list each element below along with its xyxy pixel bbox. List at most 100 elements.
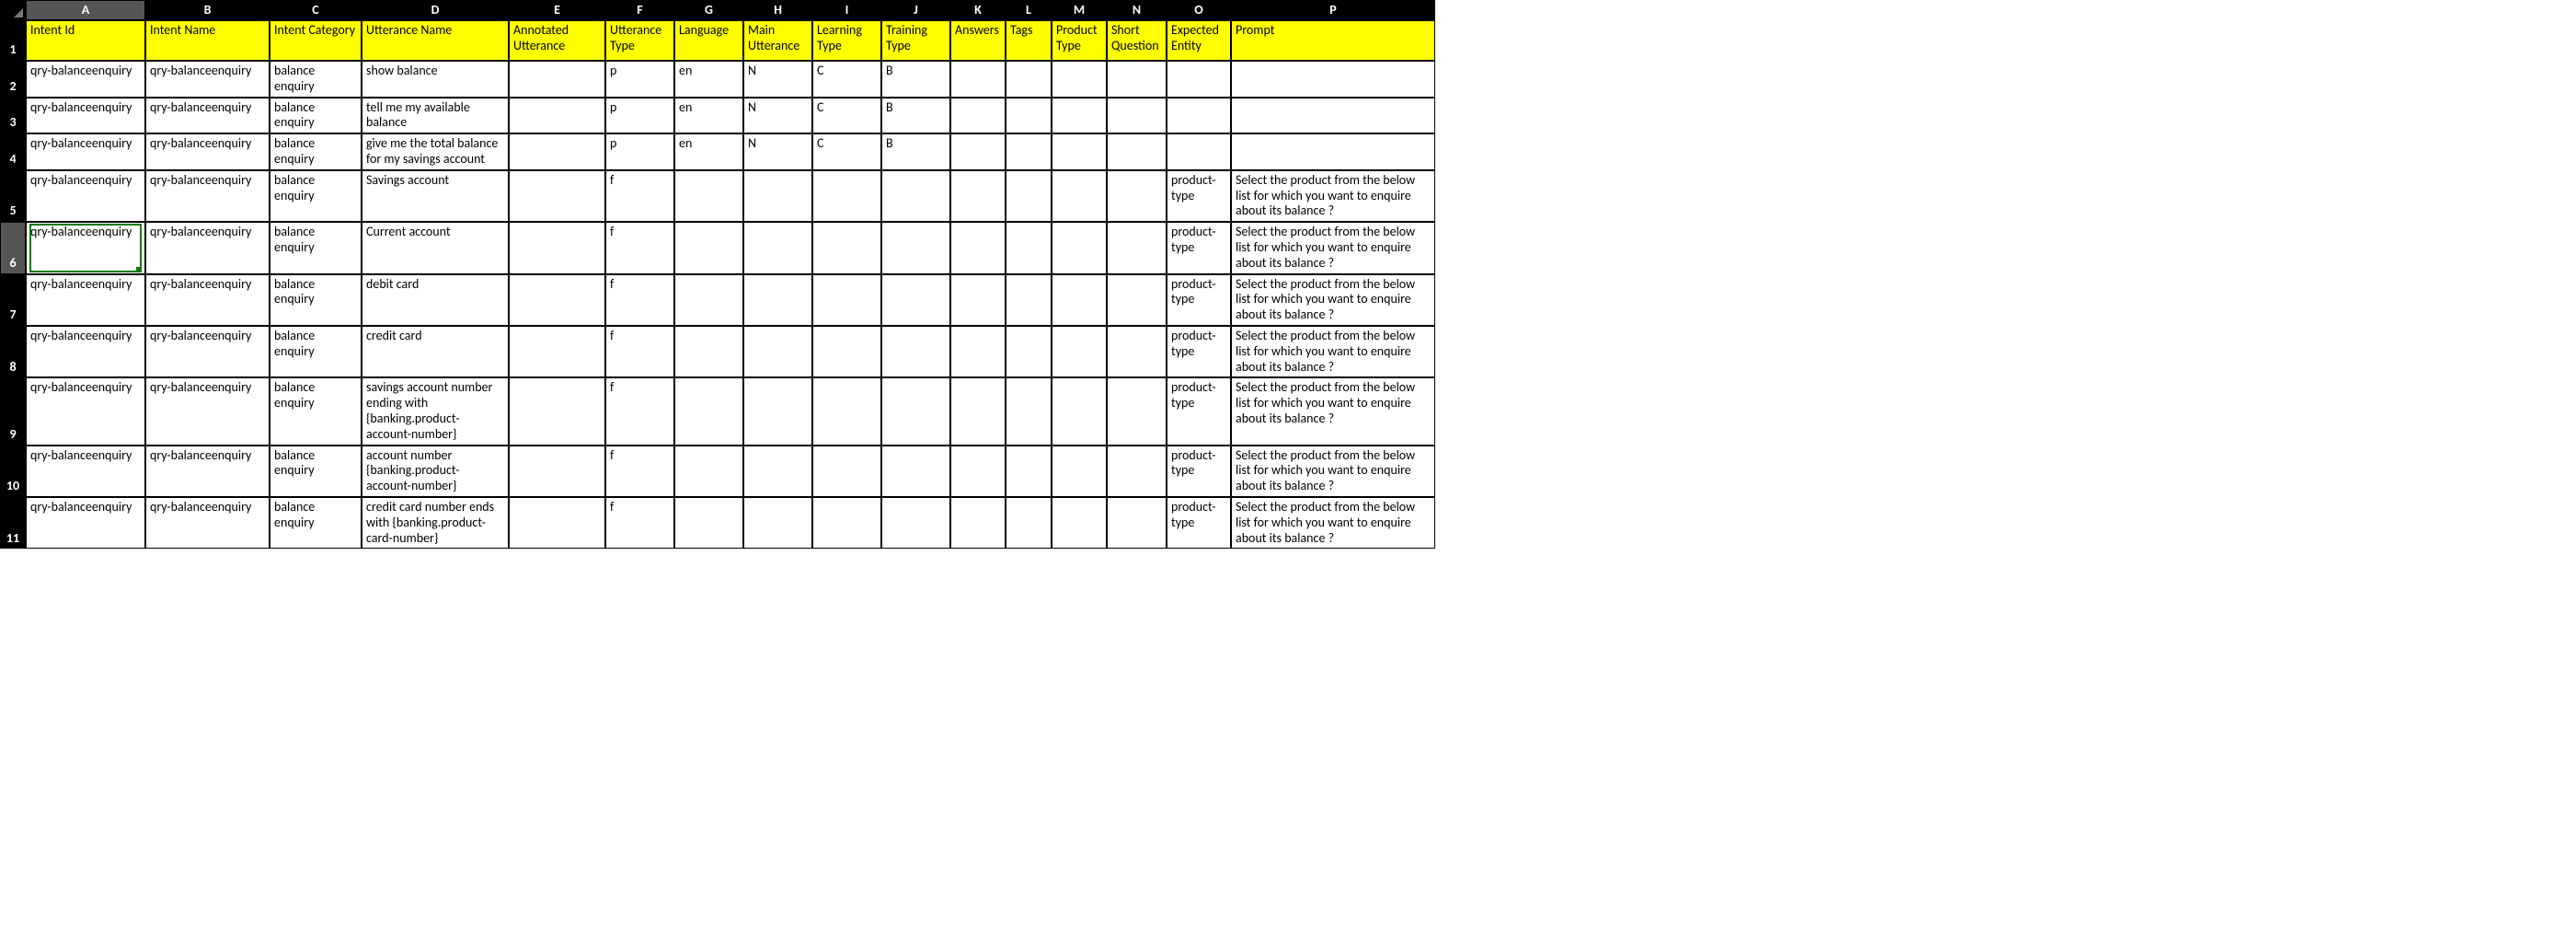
cell-B10[interactable]: qry-balanceenquiry <box>145 446 270 497</box>
column-header-M[interactable]: M <box>1052 0 1107 20</box>
cell-E11[interactable] <box>509 497 605 549</box>
cell-C4[interactable]: balance enquiry <box>270 133 362 170</box>
cell-F4[interactable]: p <box>605 133 674 170</box>
row-header-3[interactable]: 3 <box>0 98 26 134</box>
cell-J6[interactable] <box>881 222 950 273</box>
cell-H5[interactable] <box>743 170 812 222</box>
cell-C7[interactable]: balance enquiry <box>270 274 362 326</box>
cell-F7[interactable]: f <box>605 274 674 326</box>
cell-I9[interactable] <box>812 377 881 445</box>
cell-A9[interactable]: qry-balanceenquiry <box>26 377 145 445</box>
cell-E10[interactable] <box>509 446 605 497</box>
row-header-10[interactable]: 10 <box>0 446 26 497</box>
cell-F11[interactable]: f <box>605 497 674 549</box>
row-header-4[interactable]: 4 <box>0 133 26 170</box>
cell-B2[interactable]: qry-balanceenquiry <box>145 61 270 98</box>
cell-H10[interactable] <box>743 446 812 497</box>
cell-O7[interactable]: product-type <box>1167 274 1231 326</box>
cell-G10[interactable] <box>674 446 743 497</box>
cell-L3[interactable] <box>1006 98 1052 134</box>
cell-L5[interactable] <box>1006 170 1052 222</box>
cell-G9[interactable] <box>674 377 743 445</box>
cell-H2[interactable]: N <box>743 61 812 98</box>
cell-N6[interactable] <box>1107 222 1167 273</box>
header-cell-G[interactable]: Language <box>674 20 743 61</box>
cell-P5[interactable]: Select the product from the below list f… <box>1231 170 1435 222</box>
cell-M6[interactable] <box>1052 222 1107 273</box>
cell-K9[interactable] <box>950 377 1006 445</box>
cell-P7[interactable]: Select the product from the below list f… <box>1231 274 1435 326</box>
cell-C9[interactable]: balance enquiry <box>270 377 362 445</box>
cell-J11[interactable] <box>881 497 950 549</box>
column-header-C[interactable]: C <box>270 0 362 20</box>
cell-A8[interactable]: qry-balanceenquiry <box>26 326 145 377</box>
cell-L2[interactable] <box>1006 61 1052 98</box>
cell-I4[interactable]: C <box>812 133 881 170</box>
cell-E7[interactable] <box>509 274 605 326</box>
cell-D6[interactable]: Current account <box>362 222 509 273</box>
cell-I11[interactable] <box>812 497 881 549</box>
cell-A3[interactable]: qry-balanceenquiry <box>26 98 145 134</box>
row-header-6[interactable]: 6 <box>0 222 26 273</box>
cell-I5[interactable] <box>812 170 881 222</box>
cell-B11[interactable]: qry-balanceenquiry <box>145 497 270 549</box>
cell-O5[interactable]: product-type <box>1167 170 1231 222</box>
cell-H4[interactable]: N <box>743 133 812 170</box>
column-header-G[interactable]: G <box>674 0 743 20</box>
cell-B5[interactable]: qry-balanceenquiry <box>145 170 270 222</box>
spreadsheet-grid[interactable]: ABCDEFGHIJKLMNOP1Intent IdIntent NameInt… <box>0 0 2576 549</box>
cell-O8[interactable]: product-type <box>1167 326 1231 377</box>
cell-J8[interactable] <box>881 326 950 377</box>
cell-C3[interactable]: balance enquiry <box>270 98 362 134</box>
column-header-O[interactable]: O <box>1167 0 1231 20</box>
cell-A2[interactable]: qry-balanceenquiry <box>26 61 145 98</box>
cell-M7[interactable] <box>1052 274 1107 326</box>
cell-E8[interactable] <box>509 326 605 377</box>
header-cell-M[interactable]: Product Type <box>1052 20 1107 61</box>
cell-M8[interactable] <box>1052 326 1107 377</box>
cell-L7[interactable] <box>1006 274 1052 326</box>
cell-E6[interactable] <box>509 222 605 273</box>
cell-J7[interactable] <box>881 274 950 326</box>
cell-F8[interactable]: f <box>605 326 674 377</box>
cell-G3[interactable]: en <box>674 98 743 134</box>
cell-C8[interactable]: balance enquiry <box>270 326 362 377</box>
cell-L4[interactable] <box>1006 133 1052 170</box>
cell-H11[interactable] <box>743 497 812 549</box>
row-header-11[interactable]: 11 <box>0 497 26 549</box>
cell-C2[interactable]: balance enquiry <box>270 61 362 98</box>
header-cell-F[interactable]: Utterance Type <box>605 20 674 61</box>
cell-G4[interactable]: en <box>674 133 743 170</box>
cell-K10[interactable] <box>950 446 1006 497</box>
cell-P3[interactable] <box>1231 98 1435 134</box>
cell-I7[interactable] <box>812 274 881 326</box>
column-header-A[interactable]: A <box>26 0 145 20</box>
cell-J10[interactable] <box>881 446 950 497</box>
cell-O2[interactable] <box>1167 61 1231 98</box>
column-header-N[interactable]: N <box>1107 0 1167 20</box>
cell-P9[interactable]: Select the product from the below list f… <box>1231 377 1435 445</box>
cell-M3[interactable] <box>1052 98 1107 134</box>
cell-H7[interactable] <box>743 274 812 326</box>
cell-K7[interactable] <box>950 274 1006 326</box>
cell-D7[interactable]: debit card <box>362 274 509 326</box>
cell-C11[interactable]: balance enquiry <box>270 497 362 549</box>
row-header-5[interactable]: 5 <box>0 170 26 222</box>
cell-D4[interactable]: give me the total balance for my savings… <box>362 133 509 170</box>
row-header-1[interactable]: 1 <box>0 20 26 61</box>
cell-J5[interactable] <box>881 170 950 222</box>
cell-N2[interactable] <box>1107 61 1167 98</box>
header-cell-O[interactable]: Expected Entity <box>1167 20 1231 61</box>
cell-L11[interactable] <box>1006 497 1052 549</box>
cell-K6[interactable] <box>950 222 1006 273</box>
cell-P8[interactable]: Select the product from the below list f… <box>1231 326 1435 377</box>
cell-C10[interactable]: balance enquiry <box>270 446 362 497</box>
column-header-L[interactable]: L <box>1006 0 1052 20</box>
cell-B4[interactable]: qry-balanceenquiry <box>145 133 270 170</box>
column-header-B[interactable]: B <box>145 0 270 20</box>
cell-E2[interactable] <box>509 61 605 98</box>
cell-B8[interactable]: qry-balanceenquiry <box>145 326 270 377</box>
cell-P10[interactable]: Select the product from the below list f… <box>1231 446 1435 497</box>
cell-H8[interactable] <box>743 326 812 377</box>
cell-M9[interactable] <box>1052 377 1107 445</box>
